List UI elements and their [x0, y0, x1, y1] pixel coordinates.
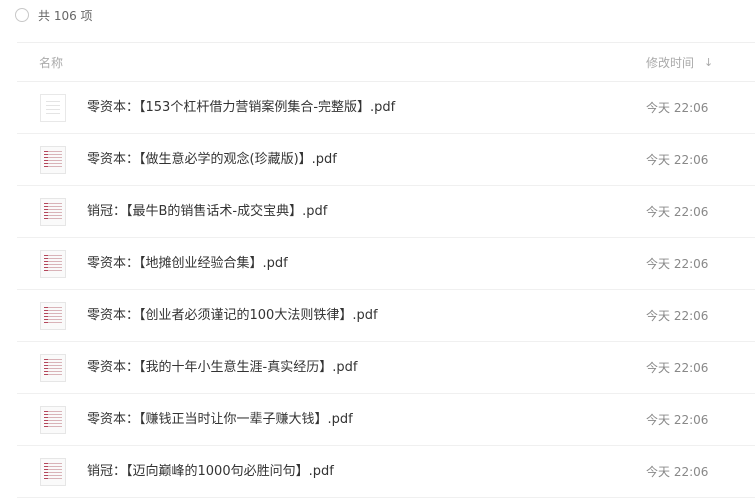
file-row[interactable]: 零资本：【创业者必须谨记的100大法则铁律】.pdf 今天 22:06	[17, 290, 755, 342]
column-time-header[interactable]: 修改时间 ↓	[646, 55, 713, 71]
pdf-thumbnail-icon	[40, 198, 66, 226]
pdf-thumbnail-icon	[40, 458, 66, 486]
file-row[interactable]: 零资本：【153个杠杆借力营销案例集合-完整版】.pdf 今天 22:06	[17, 82, 755, 134]
list-toolbar: 共 106 项	[0, 0, 755, 36]
file-name[interactable]: 销冠：【迈向巅峰的1000句必胜问句】.pdf	[87, 463, 334, 481]
column-header-row: 名称 修改时间 ↓	[17, 42, 755, 82]
file-name[interactable]: 零资本：【153个杠杆借力营销案例集合-完整版】.pdf	[87, 99, 395, 117]
file-modified-time: 今天 22:06	[646, 465, 709, 479]
arrow-down-icon[interactable]: ↓	[704, 55, 713, 71]
file-row[interactable]: 零资本：【我的十年小生意生涯-真实经历】.pdf 今天 22:06	[17, 342, 755, 394]
file-modified-time: 今天 22:06	[646, 309, 709, 323]
file-name[interactable]: 零资本：【做生意必学的观念(珍藏版)】.pdf	[87, 151, 337, 169]
total-count-label: 共 106 项	[38, 9, 93, 23]
file-modified-time: 今天 22:06	[646, 413, 709, 427]
file-modified-time: 今天 22:06	[646, 257, 709, 271]
file-modified-time: 今天 22:06	[646, 153, 709, 167]
file-row[interactable]: 销冠：【最牛B的销售话术-成交宝典】.pdf 今天 22:06	[17, 186, 755, 238]
pdf-thumbnail-icon	[40, 250, 66, 278]
file-modified-time: 今天 22:06	[646, 205, 709, 219]
file-name[interactable]: 销冠：【最牛B的销售话术-成交宝典】.pdf	[87, 203, 327, 221]
file-modified-time: 今天 22:06	[646, 101, 709, 115]
file-name[interactable]: 零资本：【地摊创业经验合集】.pdf	[87, 255, 288, 273]
pdf-thumbnail-icon	[40, 406, 66, 434]
file-list: 零资本：【153个杠杆借力营销案例集合-完整版】.pdf 今天 22:06 零资…	[17, 82, 755, 498]
pdf-thumbnail-icon	[40, 146, 66, 174]
file-name[interactable]: 零资本：【我的十年小生意生涯-真实经历】.pdf	[87, 359, 357, 377]
file-name[interactable]: 零资本：【创业者必须谨记的100大法则铁律】.pdf	[87, 307, 378, 325]
column-time-label: 修改时间	[646, 56, 695, 70]
file-name[interactable]: 零资本：【赚钱正当时让你一辈子赚大钱】.pdf	[87, 411, 353, 429]
column-name-header[interactable]: 名称	[39, 55, 63, 71]
file-row[interactable]: 销冠：【迈向巅峰的1000句必胜问句】.pdf 今天 22:06	[17, 446, 755, 498]
file-row[interactable]: 零资本：【做生意必学的观念(珍藏版)】.pdf 今天 22:06	[17, 134, 755, 186]
pdf-thumbnail-icon	[40, 302, 66, 330]
pdf-thumbnail-icon	[40, 94, 66, 122]
file-modified-time: 今天 22:06	[646, 361, 709, 375]
select-all-checkbox[interactable]	[15, 8, 29, 22]
file-row[interactable]: 零资本：【赚钱正当时让你一辈子赚大钱】.pdf 今天 22:06	[17, 394, 755, 446]
pdf-thumbnail-icon	[40, 354, 66, 382]
file-row[interactable]: 零资本：【地摊创业经验合集】.pdf 今天 22:06	[17, 238, 755, 290]
